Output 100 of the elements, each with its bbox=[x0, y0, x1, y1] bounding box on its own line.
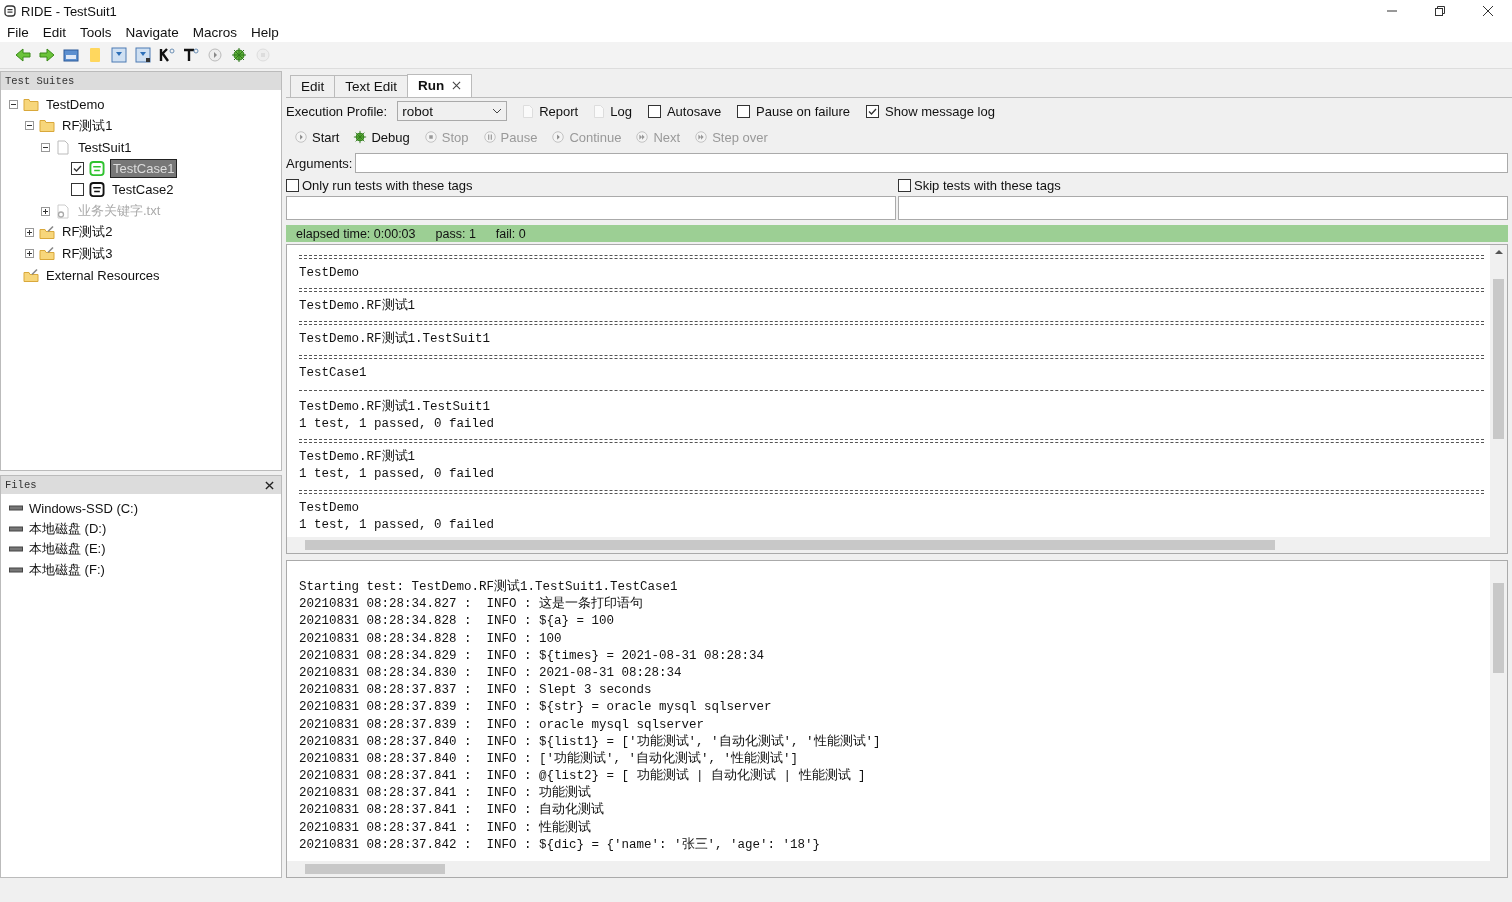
menu-item[interactable]: Navigate bbox=[125, 24, 179, 40]
tree-item[interactable]: TestDemo bbox=[44, 96, 107, 114]
log-line: 20210831 08:28:37.841 : INFO : 自动化测试 bbox=[299, 803, 605, 818]
window-title: RIDE - TestSuit1 bbox=[21, 3, 117, 19]
output-line: 1 test, 1 passed, 0 failed bbox=[299, 467, 495, 482]
back-arrow-icon[interactable] bbox=[14, 46, 32, 64]
menu-item[interactable]: Help bbox=[251, 24, 279, 40]
pause-icon bbox=[482, 130, 497, 144]
horizontal-scrollbar[interactable] bbox=[287, 537, 1507, 553]
app-icon bbox=[4, 5, 16, 17]
checkbox[interactable] bbox=[866, 104, 880, 118]
log-line: 20210831 08:28:37.841 : INFO : @{list2} = [ 功能测试 | 自动化测试 | 性能测试 ] bbox=[299, 769, 866, 784]
log-line: 20210831 08:28:34.830 : INFO : 2021-08-31 08:28:34 bbox=[299, 665, 682, 680]
output-line: TestDemo.RF测试1.TestSuit1 bbox=[299, 332, 491, 347]
log-line: 20210831 08:28:34.827 : INFO : 这是一条打印语句 bbox=[299, 597, 644, 612]
drive-item[interactable]: 本地磁盘 (F:) bbox=[29, 560, 105, 579]
horizontal-scrollbar[interactable] bbox=[287, 861, 1507, 877]
test-search-icon[interactable] bbox=[182, 46, 200, 64]
log-line: Starting test: TestDemo.RF测试1.TestSuit1.TestCase1 bbox=[299, 580, 678, 594]
output-line: 1 test, 1 passed, 0 failed bbox=[299, 416, 495, 431]
log-line: 20210831 08:28:37.842 : INFO : ${dic} = {'name': '张三', 'age': '18'} bbox=[299, 837, 821, 852]
tree-item[interactable]: TestSuit1 bbox=[76, 138, 134, 156]
expand-icon[interactable] bbox=[25, 227, 34, 237]
checkbox[interactable] bbox=[647, 104, 661, 118]
checkbox-label[interactable]: Skip tests with these tags bbox=[914, 177, 1061, 193]
menu-item[interactable]: File bbox=[7, 24, 29, 40]
output-line: 1 test, 1 passed, 0 failed bbox=[299, 517, 495, 532]
link[interactable]: Log bbox=[610, 103, 632, 119]
expand-icon[interactable] bbox=[25, 249, 34, 259]
log-line: 20210831 08:28:34.828 : INFO : ${a} = 100 bbox=[299, 614, 615, 629]
fail-count: fail: 0 bbox=[495, 226, 526, 241]
tab[interactable]: Run bbox=[407, 74, 473, 97]
keyword-search-icon[interactable] bbox=[158, 46, 176, 64]
checkbox-label[interactable]: Show message log bbox=[885, 103, 995, 119]
log-line: 20210831 08:28:37.839 : INFO : oracle mysql sqlserver bbox=[299, 717, 705, 732]
checkbox-label[interactable]: Autosave bbox=[666, 103, 722, 119]
include-tags-field[interactable] bbox=[286, 196, 896, 220]
drive-item[interactable]: 本地磁盘 (D:) bbox=[29, 519, 107, 538]
run-button[interactable]: Debug bbox=[351, 129, 412, 145]
play-icon bbox=[294, 130, 308, 144]
output-line: TestDemo.RF测试1 bbox=[299, 299, 415, 314]
play-icon bbox=[551, 130, 566, 144]
elapsed-time: elapsed time: 0:00:03 bbox=[296, 226, 416, 241]
forward-arrow-icon[interactable] bbox=[38, 46, 56, 64]
close-button[interactable] bbox=[1482, 5, 1494, 17]
document-icon bbox=[594, 104, 605, 118]
log-line: 20210831 08:28:34.829 : INFO : ${times} = 2021-08-31 08:28:34 bbox=[299, 648, 765, 663]
output-line: TestDemo bbox=[299, 266, 359, 280]
close-icon[interactable] bbox=[265, 480, 274, 490]
drive-item[interactable]: Windows-SSD (C:) bbox=[29, 500, 139, 516]
tree-item[interactable]: RF测试3 bbox=[60, 243, 115, 264]
caret-icon bbox=[492, 108, 503, 114]
menu-item[interactable]: Edit bbox=[42, 24, 67, 40]
checkbox[interactable] bbox=[71, 183, 84, 197]
run-button[interactable]: Start bbox=[292, 129, 342, 145]
scroll-up-icon[interactable] bbox=[1494, 249, 1503, 254]
folder-wrench-icon bbox=[39, 246, 55, 262]
drive-icon bbox=[9, 566, 23, 573]
folder-wrench-icon bbox=[39, 224, 55, 240]
tree-item[interactable]: RF测试2 bbox=[60, 222, 115, 243]
vertical-scrollbar[interactable] bbox=[1490, 245, 1507, 537]
collapse-icon[interactable] bbox=[41, 142, 50, 152]
exclude-tags-field[interactable] bbox=[898, 196, 1508, 220]
next-icon bbox=[635, 130, 650, 144]
tree-item[interactable]: External Resources bbox=[44, 266, 162, 284]
arguments-field[interactable] bbox=[355, 153, 1508, 173]
output-line: TestDemo.RF测试1.TestSuit1 bbox=[299, 399, 491, 414]
file-icon bbox=[55, 139, 71, 155]
log-line: 20210831 08:28:37.839 : INFO : ${str} = oracle mysql sqlserver bbox=[299, 700, 772, 715]
drive-icon bbox=[9, 546, 23, 553]
tab[interactable]: Edit bbox=[290, 75, 336, 97]
tree-item[interactable]: TestCase2 bbox=[110, 181, 176, 199]
folder-wrench-icon bbox=[23, 267, 39, 283]
close-icon[interactable] bbox=[452, 81, 462, 90]
bug-icon[interactable] bbox=[230, 46, 248, 64]
profile-dropdown[interactable]: robot bbox=[397, 101, 508, 121]
checkbox-label[interactable]: Pause on failure bbox=[756, 103, 851, 119]
checkbox[interactable] bbox=[737, 104, 751, 118]
bug-icon bbox=[353, 130, 368, 144]
checkbox[interactable] bbox=[898, 178, 911, 192]
save-icon[interactable] bbox=[110, 46, 128, 64]
menu-item[interactable]: Macros bbox=[192, 24, 238, 40]
pass-count: pass: 1 bbox=[435, 226, 476, 241]
collapse-icon[interactable] bbox=[9, 100, 18, 110]
checkbox-label[interactable]: Only run tests with these tags bbox=[302, 177, 473, 193]
vertical-scrollbar[interactable] bbox=[1490, 561, 1507, 861]
drive-item[interactable]: 本地磁盘 (E:) bbox=[29, 540, 106, 559]
document-icon bbox=[523, 104, 534, 118]
collapse-icon[interactable] bbox=[25, 121, 34, 131]
restore-button[interactable] bbox=[1434, 5, 1446, 17]
field-label: Execution Profile: bbox=[286, 103, 388, 119]
log-line: 20210831 08:28:37.837 : INFO : Slept 3 seconds bbox=[299, 683, 652, 698]
stop-icon bbox=[423, 130, 438, 144]
save-all-icon[interactable] bbox=[134, 46, 152, 64]
link[interactable]: Report bbox=[539, 103, 579, 119]
checkbox[interactable] bbox=[286, 178, 299, 192]
menu-item[interactable]: Tools bbox=[80, 24, 112, 40]
checkbox[interactable] bbox=[71, 162, 84, 176]
log-line: 20210831 08:28:37.841 : INFO : 性能测试 bbox=[299, 820, 592, 835]
tree-item[interactable]: RF测试1 bbox=[60, 115, 115, 136]
